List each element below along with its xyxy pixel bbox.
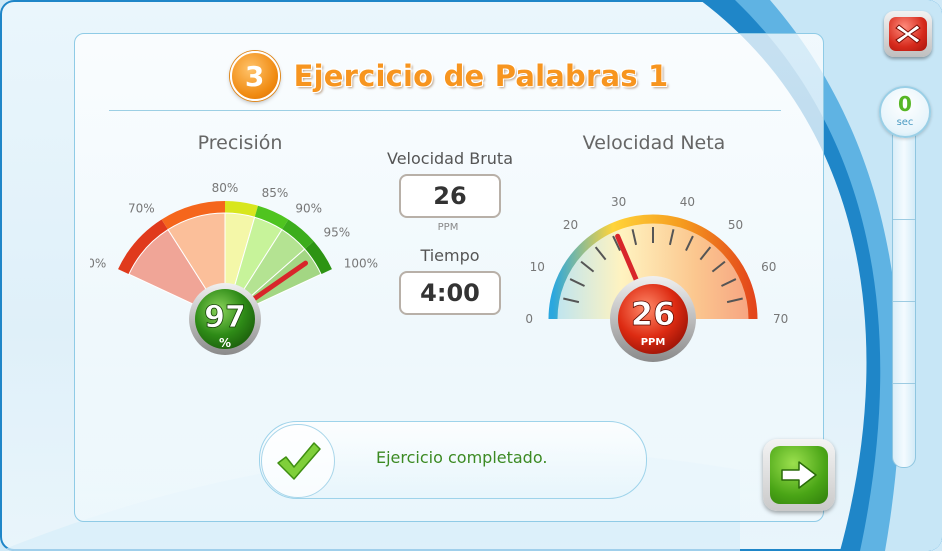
step-number-badge: 3 — [229, 51, 280, 101]
accuracy-value: 97 — [204, 300, 246, 335]
exercise-results-window: 3 Ejercicio de Palabras 1 Precisión 60%7… — [0, 0, 942, 551]
title-row: 3 Ejercicio de Palabras 1 — [75, 50, 823, 102]
timer-tick — [893, 301, 915, 302]
next-button[interactable] — [763, 439, 835, 511]
status-message: Ejercicio completado. — [376, 448, 548, 467]
net-speed-tick-label: 10 — [530, 260, 545, 274]
accuracy-gauge: 60%70%80%85%90%95%100% 97 % — [90, 181, 378, 355]
timer-tick — [893, 219, 915, 220]
timer-indicator: 0 sec — [879, 86, 931, 138]
timer-value: 0 — [898, 92, 912, 116]
net-speed-tick-label: 50 — [728, 218, 743, 232]
accuracy-tick-label: 90% — [295, 202, 322, 216]
title-divider — [109, 110, 781, 111]
time-value: 4:00 — [399, 271, 501, 315]
results-panel: 3 Ejercicio de Palabras 1 Precisión 60%7… — [74, 33, 824, 522]
net-speed-gauge: 0 10 20 30 40 50 60 70 26 PPM — [525, 195, 788, 362]
checkmark-icon — [261, 424, 335, 498]
accuracy-tick-label: 95% — [323, 226, 350, 240]
timer-unit: sec — [896, 117, 914, 128]
net-speed-unit: PPM — [641, 337, 666, 348]
accuracy-tick-label: 85% — [262, 186, 289, 200]
accuracy-tick-label: 80% — [212, 181, 239, 195]
net-speed-tick-label: 60 — [761, 260, 776, 274]
timer-tick — [893, 383, 915, 384]
net-speed-value: 26 — [631, 295, 676, 333]
accuracy-unit: % — [219, 336, 231, 350]
exercise-title: Ejercicio de Palabras 1 — [293, 59, 669, 93]
timer-track — [892, 112, 916, 468]
accuracy-tick-label: 70% — [128, 202, 155, 216]
net-speed-tick-label: 30 — [611, 195, 626, 209]
gross-speed-value: 26 — [399, 174, 501, 218]
close-button[interactable] — [884, 11, 932, 57]
net-speed-tick-label: 40 — [680, 195, 695, 209]
accuracy-tick-label: 60% — [90, 257, 106, 271]
gross-speed-unit: PPM — [437, 222, 459, 233]
net-speed-tick-label: 70 — [773, 312, 788, 326]
arrow-right-icon — [770, 446, 828, 504]
net-speed-tick-label: 0 — [525, 312, 533, 326]
close-x-icon — [889, 17, 927, 51]
status-bar: Ejercicio completado. — [259, 421, 647, 499]
net-speed-tick-label: 20 — [563, 218, 578, 232]
